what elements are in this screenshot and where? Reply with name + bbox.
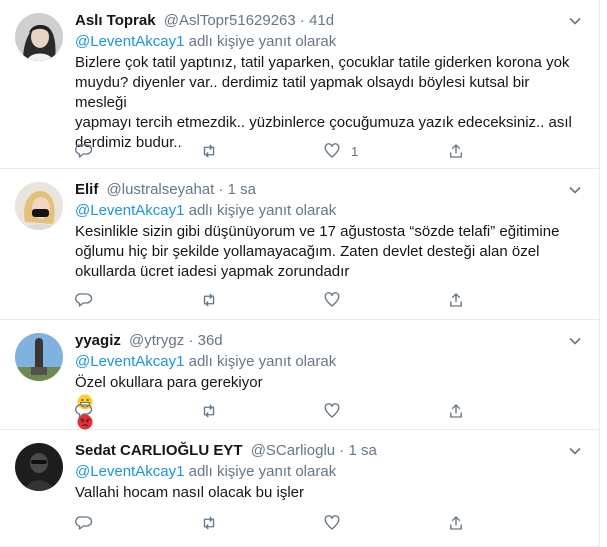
share-icon xyxy=(450,404,462,418)
tweet-text: Vallahi hocam nasıl olacak bu işler xyxy=(75,484,305,501)
reply-button[interactable] xyxy=(75,401,93,421)
tweet-time[interactable]: 41d xyxy=(309,12,334,29)
like-count: 1 xyxy=(351,143,359,159)
share-icon xyxy=(450,293,462,307)
avatar[interactable] xyxy=(15,333,63,381)
tweet-header: Elif @lustralseyahat · 1 sa xyxy=(75,180,579,200)
display-name[interactable]: Sedat CARLIOĞLU EYT xyxy=(75,442,243,459)
tweet-text: Bizlere çok tatil yaptınız, tatil yapark… xyxy=(75,54,572,151)
tweet-text-content: Özel okullara para gerekiyor xyxy=(75,374,263,391)
reply-context: @LeventAkcay1 adlı kişiye yanıt olarak xyxy=(75,32,579,52)
reply-icon xyxy=(75,404,93,418)
tweet-time[interactable]: 36d xyxy=(198,332,223,349)
separator-dot: · xyxy=(188,332,194,349)
retweet-button[interactable] xyxy=(200,141,218,161)
user-handle[interactable]: @ytrygz xyxy=(129,332,184,349)
reply-context: @LeventAkcay1 adlı kişiye yanıt olarak xyxy=(75,462,579,482)
heart-icon xyxy=(324,143,340,158)
heart-icon xyxy=(324,515,340,530)
tweet-header: Sedat CARLIOĞLU EYT @SCarlioglu · 1 sa xyxy=(75,441,579,461)
chevron-down-icon[interactable] xyxy=(567,443,583,459)
reply-context: @LeventAkcay1 adlı kişiye yanıt olarak xyxy=(75,201,579,221)
like-button[interactable] xyxy=(323,513,351,533)
share-button[interactable] xyxy=(447,141,465,161)
retweet-icon xyxy=(203,404,215,418)
like-button[interactable]: 1 xyxy=(323,141,358,161)
reply-button[interactable] xyxy=(75,141,93,161)
reply-context-label: adlı kişiye yanıt olarak xyxy=(188,33,337,50)
user-handle[interactable]: @SCarlioglu xyxy=(251,442,335,459)
retweet-icon xyxy=(203,144,215,158)
tweet-card[interactable]: Sedat CARLIOĞLU EYT @SCarlioglu · 1 sa @… xyxy=(0,430,599,547)
separator-dot: · xyxy=(299,12,305,29)
share-button[interactable] xyxy=(447,290,465,310)
reply-icon xyxy=(75,144,93,158)
retweet-button[interactable] xyxy=(200,290,218,310)
avatar-statue-icon xyxy=(15,333,63,381)
heart-icon xyxy=(324,403,340,418)
tweet-card[interactable]: yyagiz @ytrygz · 36d @LeventAkcay1 adlı … xyxy=(0,320,599,430)
reply-context-label: adlı kişiye yanıt olarak xyxy=(188,353,337,370)
display-name[interactable]: Aslı Toprak xyxy=(75,12,156,29)
tweet-card[interactable]: Elif @lustralseyahat · 1 sa @LeventAkcay… xyxy=(0,169,599,320)
separator-dot: · xyxy=(339,442,345,459)
reply-icon xyxy=(75,293,93,307)
display-name[interactable]: yyagiz xyxy=(75,332,121,349)
reply-button[interactable] xyxy=(75,290,93,310)
share-button[interactable] xyxy=(447,513,465,533)
heart-icon xyxy=(324,292,340,307)
tweet-header: yyagiz @ytrygz · 36d xyxy=(75,331,579,351)
tweet-actions xyxy=(75,290,495,310)
avatar-woman-icon xyxy=(15,182,63,230)
avatar-man-icon xyxy=(15,443,63,491)
avatar[interactable] xyxy=(15,443,63,491)
chevron-down-icon[interactable] xyxy=(567,182,583,198)
share-icon xyxy=(450,516,462,530)
mention-link[interactable]: @LeventAkcay1 xyxy=(75,202,184,219)
reply-context-label: adlı kişiye yanıt olarak xyxy=(188,202,337,219)
reply-context: @LeventAkcay1 adlı kişiye yanıt olarak xyxy=(75,352,579,372)
reply-icon xyxy=(75,516,93,530)
mention-link[interactable]: @LeventAkcay1 xyxy=(75,463,184,480)
mention-link[interactable]: @LeventAkcay1 xyxy=(75,33,184,50)
reply-feed: Aslı Toprak @AslTopr51629263 · 41d @Leve… xyxy=(0,0,600,547)
share-icon xyxy=(450,144,462,158)
like-button[interactable] xyxy=(323,290,351,310)
display-name[interactable]: Elif xyxy=(75,181,98,198)
avatar[interactable] xyxy=(15,13,63,61)
tweet-card[interactable]: Aslı Toprak @AslTopr51629263 · 41d @Leve… xyxy=(0,0,599,169)
tweet-actions xyxy=(75,513,495,533)
user-handle[interactable]: @lustralseyahat xyxy=(107,181,215,198)
tweet-time[interactable]: 1 sa xyxy=(228,181,256,198)
retweet-button[interactable] xyxy=(200,401,218,421)
user-handle[interactable]: @AslTopr51629263 xyxy=(164,12,296,29)
reply-context-label: adlı kişiye yanıt olarak xyxy=(188,463,337,480)
tweet-time[interactable]: 1 sa xyxy=(348,442,376,459)
chevron-down-icon[interactable] xyxy=(567,333,583,349)
retweet-button[interactable] xyxy=(200,513,218,533)
like-button[interactable] xyxy=(323,401,351,421)
tweet-actions xyxy=(75,401,495,421)
tweet-text: Kesinlikle sizin gibi düşünüyorum ve 17 … xyxy=(75,223,560,280)
tweet-actions: 1 xyxy=(75,141,495,161)
chevron-down-icon[interactable] xyxy=(567,13,583,29)
mention-link[interactable]: @LeventAkcay1 xyxy=(75,353,184,370)
tweet-header: Aslı Toprak @AslTopr51629263 · 41d xyxy=(75,11,579,31)
reply-button[interactable] xyxy=(75,513,93,533)
retweet-icon xyxy=(203,293,215,307)
share-button[interactable] xyxy=(447,401,465,421)
avatar-woman-icon xyxy=(15,13,63,61)
avatar[interactable] xyxy=(15,182,63,230)
separator-dot: · xyxy=(218,181,224,198)
retweet-icon xyxy=(203,516,215,530)
